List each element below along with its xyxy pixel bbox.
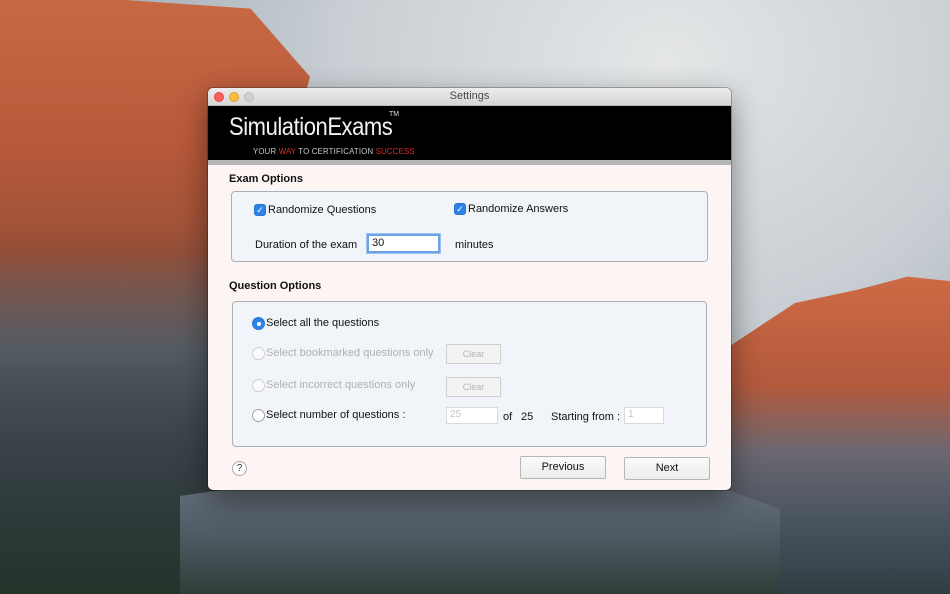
brand-tagline: YOUR WAY TO CERTIFICATION SUCCESS bbox=[253, 146, 415, 156]
exam-options-heading: Exam Options bbox=[229, 173, 303, 185]
exam-options-group: ✓ Randomize Questions ✓ Randomize Answer… bbox=[231, 191, 708, 262]
randomize-answers-checkbox[interactable]: ✓ bbox=[454, 203, 466, 215]
window-title: Settings bbox=[449, 90, 490, 102]
tagline-part: TO CERTIFICATION bbox=[296, 146, 376, 156]
settings-window: Settings SimulationExams TM YOUR WAY TO … bbox=[208, 88, 731, 490]
question-options-heading: Question Options bbox=[229, 280, 322, 292]
select-incorrect-label: Select incorrect questions only bbox=[266, 379, 416, 391]
select-all-radio[interactable] bbox=[252, 317, 265, 330]
trademark-mark: TM bbox=[389, 111, 400, 118]
randomize-questions-checkbox[interactable]: ✓ bbox=[254, 204, 266, 216]
duration-input[interactable]: 30 bbox=[367, 234, 440, 253]
question-count-input[interactable]: 25 bbox=[446, 407, 498, 424]
brand-logo: SimulationExams bbox=[229, 113, 393, 141]
help-button[interactable]: ? bbox=[232, 461, 247, 476]
starting-from-label: Starting from : bbox=[551, 411, 621, 423]
title-bar[interactable]: Settings bbox=[208, 88, 731, 106]
randomize-answers-label[interactable]: Randomize Answers bbox=[468, 203, 568, 215]
brand-banner: SimulationExams TM YOUR WAY TO CERTIFICA… bbox=[208, 106, 731, 160]
select-bookmarked-label: Select bookmarked questions only bbox=[266, 347, 434, 359]
clear-incorrect-button[interactable]: Clear bbox=[446, 377, 501, 397]
tagline-part: YOUR bbox=[253, 146, 279, 156]
select-all-label[interactable]: Select all the questions bbox=[266, 317, 379, 329]
select-number-label[interactable]: Select number of questions : bbox=[266, 409, 405, 421]
tagline-accent: SUCCESS bbox=[375, 146, 415, 156]
of-label: of bbox=[503, 411, 513, 423]
select-bookmarked-radio[interactable] bbox=[252, 347, 265, 360]
starting-from-input[interactable]: 1 bbox=[624, 407, 664, 424]
duration-unit-label: minutes bbox=[455, 239, 494, 251]
previous-button[interactable]: Previous bbox=[520, 456, 606, 479]
duration-label: Duration of the exam bbox=[255, 239, 358, 251]
banner-divider bbox=[208, 160, 731, 165]
total-questions-value: 25 bbox=[521, 411, 534, 423]
select-number-radio[interactable] bbox=[252, 409, 265, 422]
randomize-questions-label[interactable]: Randomize Questions bbox=[268, 204, 376, 216]
next-button[interactable]: Next bbox=[624, 457, 710, 480]
select-incorrect-radio[interactable] bbox=[252, 379, 265, 392]
question-options-group: Select all the questions Select bookmark… bbox=[232, 301, 707, 447]
tagline-accent: WAY bbox=[278, 146, 297, 156]
clear-bookmarked-button[interactable]: Clear bbox=[446, 344, 501, 364]
